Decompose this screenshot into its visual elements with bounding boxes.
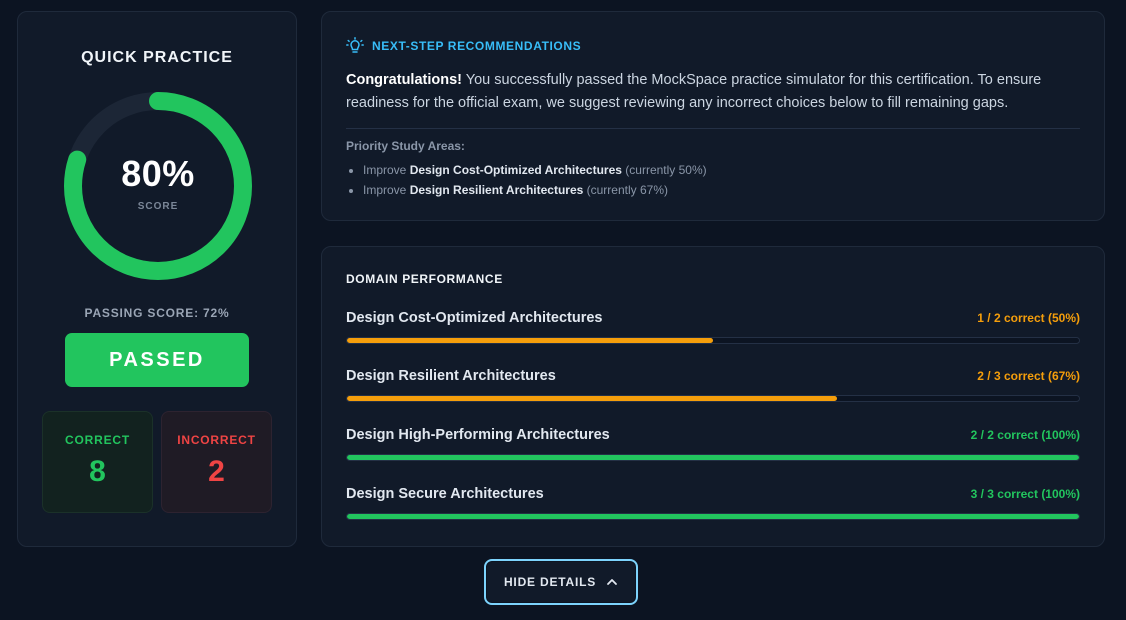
- incorrect-label: INCORRECT: [177, 433, 256, 447]
- domain-row: Design High-Performing Architectures 2 /…: [346, 427, 1080, 467]
- domain-row: Design Resilient Architectures 2 / 3 cor…: [346, 368, 1080, 408]
- correct-count: 8: [89, 455, 106, 488]
- domain-score: 1 / 2 correct (50%): [977, 311, 1080, 325]
- domain-performance-card: DOMAIN PERFORMANCE Design Cost-Optimized…: [321, 246, 1105, 547]
- priority-item: Improve Design Resilient Architectures (…: [346, 180, 707, 200]
- priority-prefix: Improve: [363, 163, 410, 177]
- hide-details-label: HIDE DETAILS: [503, 575, 597, 589]
- chevron-up-icon: [607, 579, 617, 585]
- priority-item: Improve Design Cost-Optimized Architectu…: [346, 160, 707, 180]
- result-badge: PASSED: [65, 333, 249, 387]
- correct-stat: CORRECT 8: [42, 411, 153, 513]
- domain-progress-track: [346, 337, 1080, 344]
- domain-progress-track: [346, 454, 1080, 461]
- score-ring: 80% SCORE: [63, 91, 253, 281]
- priority-prefix: Improve: [363, 183, 410, 197]
- score-percent: 80%: [121, 153, 195, 194]
- domain-score: 3 / 3 correct (100%): [970, 487, 1080, 501]
- recommendations-header: NEXT-STEP RECOMMENDATIONS: [346, 37, 581, 55]
- domain-row: Design Cost-Optimized Architectures 1 / …: [346, 310, 1080, 350]
- recommendations-heading: NEXT-STEP RECOMMENDATIONS: [372, 39, 582, 53]
- priority-domain: Design Resilient Architectures: [409, 183, 584, 197]
- hide-details-button[interactable]: HIDE DETAILS: [484, 559, 638, 605]
- priority-list: Improve Design Cost-Optimized Architectu…: [346, 160, 707, 200]
- domain-name: Design Resilient Architectures: [346, 368, 556, 384]
- congrats-bold: Congratulations!: [346, 72, 462, 88]
- quiz-title: QUICK PRACTICE: [81, 49, 233, 66]
- domain-progress-fill: [347, 396, 838, 401]
- domain-progress-track: [346, 513, 1080, 520]
- score-label: SCORE: [137, 201, 179, 212]
- domain-progress-fill: [347, 338, 713, 343]
- domain-name: Design Secure Architectures: [346, 486, 544, 502]
- incorrect-stat: INCORRECT 2: [161, 411, 272, 513]
- score-card: QUICK PRACTICE 80% SCORE PASSING SCORE: …: [17, 11, 297, 547]
- domain-name: Design Cost-Optimized Architectures: [346, 310, 603, 326]
- incorrect-count: 2: [208, 455, 225, 488]
- correct-label: CORRECT: [65, 433, 130, 447]
- domain-score: 2 / 3 correct (67%): [977, 369, 1080, 383]
- recommendations-card: NEXT-STEP RECOMMENDATIONS Congratulation…: [321, 11, 1105, 221]
- domain-performance-title: DOMAIN PERFORMANCE: [346, 272, 503, 286]
- lightbulb-icon: [346, 37, 364, 53]
- domain-progress-fill: [347, 455, 1079, 460]
- priority-domain: Design Cost-Optimized Architectures: [409, 163, 622, 177]
- recommendations-text: Congratulations! You successfully passed…: [346, 69, 1086, 115]
- priority-suffix: (currently 50%): [621, 163, 707, 177]
- priority-suffix: (currently 67%): [583, 183, 668, 197]
- domain-row: Design Secure Architectures 3 / 3 correc…: [346, 486, 1080, 526]
- domain-progress-fill: [347, 514, 1079, 519]
- priority-title: Priority Study Areas:: [346, 139, 465, 153]
- domain-score: 2 / 2 correct (100%): [970, 428, 1080, 442]
- domain-progress-track: [346, 395, 1080, 402]
- divider: [346, 128, 1080, 129]
- passing-score: PASSING SCORE: 72%: [84, 306, 230, 320]
- domain-name: Design High-Performing Architectures: [346, 427, 610, 443]
